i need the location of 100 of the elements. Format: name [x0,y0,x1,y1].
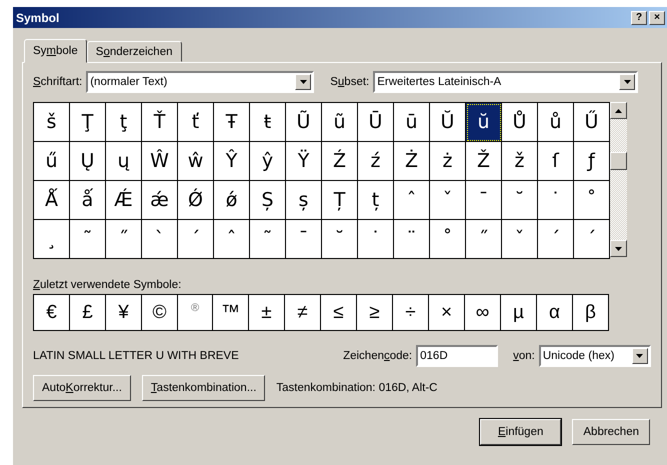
symbol-cell[interactable]: ż [430,142,466,181]
symbol-cell[interactable]: ſ [538,142,574,181]
symbol-cell[interactable]: ¨ [394,220,430,258]
symbol-cell[interactable]: Ŧ [214,103,250,142]
scrollbar[interactable] [610,102,627,257]
symbol-cell[interactable]: ˝ [106,220,142,258]
symbol-cell[interactable]: ţ [106,103,142,142]
recent-symbol-cell[interactable]: ÷ [393,295,429,330]
symbol-cell[interactable]: Ÿ [286,142,322,181]
font-dropdown[interactable]: (normaler Text) [86,71,314,93]
symbol-cell[interactable]: Ů [502,103,538,142]
symbol-cell[interactable]: Ŵ [142,142,178,181]
symbol-cell[interactable]: ǻ [70,181,106,220]
symbol-cell[interactable]: Ŭ [430,103,466,142]
help-button[interactable]: ? [631,10,647,24]
symbol-cell[interactable]: ț [358,181,394,220]
encoding-dropdown[interactable]: Unicode (hex) [538,345,651,367]
recent-symbol-cell[interactable]: £ [70,295,106,330]
recent-symbol-cell[interactable]: ≥ [357,295,393,330]
symbol-cell[interactable]: ů [538,103,574,142]
symbol-cell[interactable]: ` [142,220,178,258]
recent-symbol-cell[interactable]: € [34,295,70,330]
symbol-cell[interactable]: ˙ [538,181,574,220]
cancel-button[interactable]: Abbrechen [572,419,650,445]
symbol-cell[interactable]: Ť [142,103,178,142]
recent-symbol-cell[interactable]: ¥ [106,295,142,330]
close-button[interactable]: × [649,10,665,24]
tab[interactable]: Symbole [24,39,87,63]
symbol-cell[interactable]: ũ [322,103,358,142]
symbol-cell[interactable]: ˆ [214,220,250,258]
shortcut-key-button[interactable]: Tastenkombination... [142,375,266,401]
symbol-cell[interactable]: ˘ [322,220,358,258]
symbol-cell[interactable]: ŧ [250,103,286,142]
dropdown-arrow-icon [636,354,644,358]
autocorrect-button[interactable]: AutoKorrektur... [33,375,131,401]
symbol-cell[interactable]: ΄ [538,220,574,258]
symbol-cell[interactable]: ū [394,103,430,142]
recent-symbol-cell[interactable]: α [537,295,573,330]
symbol-cell[interactable]: ŭ [466,103,502,142]
symbol-cell[interactable]: ˇ [502,220,538,258]
symbol-cell[interactable]: Ţ [70,103,106,142]
symbol-cell[interactable]: Ž [466,142,502,181]
symbol-cell[interactable]: ǿ [214,181,250,220]
symbol-cell[interactable]: ș [286,181,322,220]
field-label: Subset: [330,76,370,88]
recent-symbol-cell[interactable]: ± [249,295,285,330]
symbol-cell[interactable]: Ũ [286,103,322,142]
code-field[interactable]: 016D [416,345,498,367]
symbol-cell[interactable]: ǽ [142,181,178,220]
symbol-cell[interactable]: ƒ [574,142,610,181]
symbol-cell[interactable]: ŵ [178,142,214,181]
symbol-cell[interactable]: ΄ [574,220,610,258]
symbol-cell[interactable]: Ǽ [106,181,142,220]
symbol-cell[interactable]: ŷ [250,142,286,181]
symbol-cell[interactable]: Ź [322,142,358,181]
tab[interactable]: Sonderzeichen [86,41,182,62]
symbol-cell[interactable]: ű [34,142,70,181]
scroll-down-icon [615,246,622,250]
symbol-cell[interactable]: ˚ [574,181,610,220]
symbol-cell[interactable]: Ų [70,142,106,181]
symbol-cell[interactable]: Ż [394,142,430,181]
recent-symbol-cell[interactable]: × [429,295,465,330]
symbol-cell[interactable]: ť [178,103,214,142]
symbol-cell[interactable]: ˉ [466,181,502,220]
symbol-cell[interactable]: ˝ [466,220,502,258]
symbol-cell[interactable]: ˜ [250,220,286,258]
symbol-cell[interactable]: ų [106,142,142,181]
symbol-cell[interactable]: ź [358,142,394,181]
symbol-cell[interactable]: Ŷ [214,142,250,181]
symbol-cell[interactable]: Ǿ [178,181,214,220]
recent-symbol-cell[interactable]: ∞ [465,295,501,330]
symbol-cell[interactable]: ¯ [286,220,322,258]
symbol-cell[interactable]: ˘ [502,181,538,220]
symbol-cell[interactable]: ˚ [430,220,466,258]
recent-symbol-cell[interactable]: µ [501,295,537,330]
symbol-cell[interactable]: ˜ [70,220,106,258]
symbol-cell[interactable]: ´ [178,220,214,258]
recent-symbol-cell[interactable]: β [573,295,609,330]
symbol-cell[interactable]: ¸ [34,220,70,258]
recent-symbol-cell[interactable]: ® [178,295,213,330]
symbol-cell[interactable]: Ș [250,181,286,220]
subset-dropdown[interactable]: Erweitertes Lateinisch-A [373,71,638,93]
recent-symbol-cell[interactable]: © [142,295,178,330]
symbol-cell[interactable]: š [34,103,70,142]
symbol-cell[interactable]: ˇ [430,181,466,220]
recent-symbol-cell[interactable]: ™ [213,295,249,330]
shortcut-text: Tastenkombination: 016D, Alt-C [276,382,438,394]
symbol-cell[interactable]: Ǻ [34,181,70,220]
symbol-cell[interactable]: Ū [358,103,394,142]
symbol-cell[interactable]: ˙ [358,220,394,258]
symbol-cell[interactable]: Ű [574,103,610,142]
symbol-cell[interactable]: ˆ [394,181,430,220]
symbol-cell[interactable]: Ț [322,181,358,220]
character-name: LATIN SMALL LETTER U WITH BREVE [33,350,240,362]
scroll-thumb[interactable] [610,152,627,170]
recent-symbol-cell[interactable]: ≠ [285,295,321,330]
symbol-cell[interactable]: ž [502,142,538,181]
field-label: Zeichencode: [343,350,412,362]
insert-button[interactable]: Einfügen [480,419,562,445]
recent-symbol-cell[interactable]: ≤ [321,295,357,330]
